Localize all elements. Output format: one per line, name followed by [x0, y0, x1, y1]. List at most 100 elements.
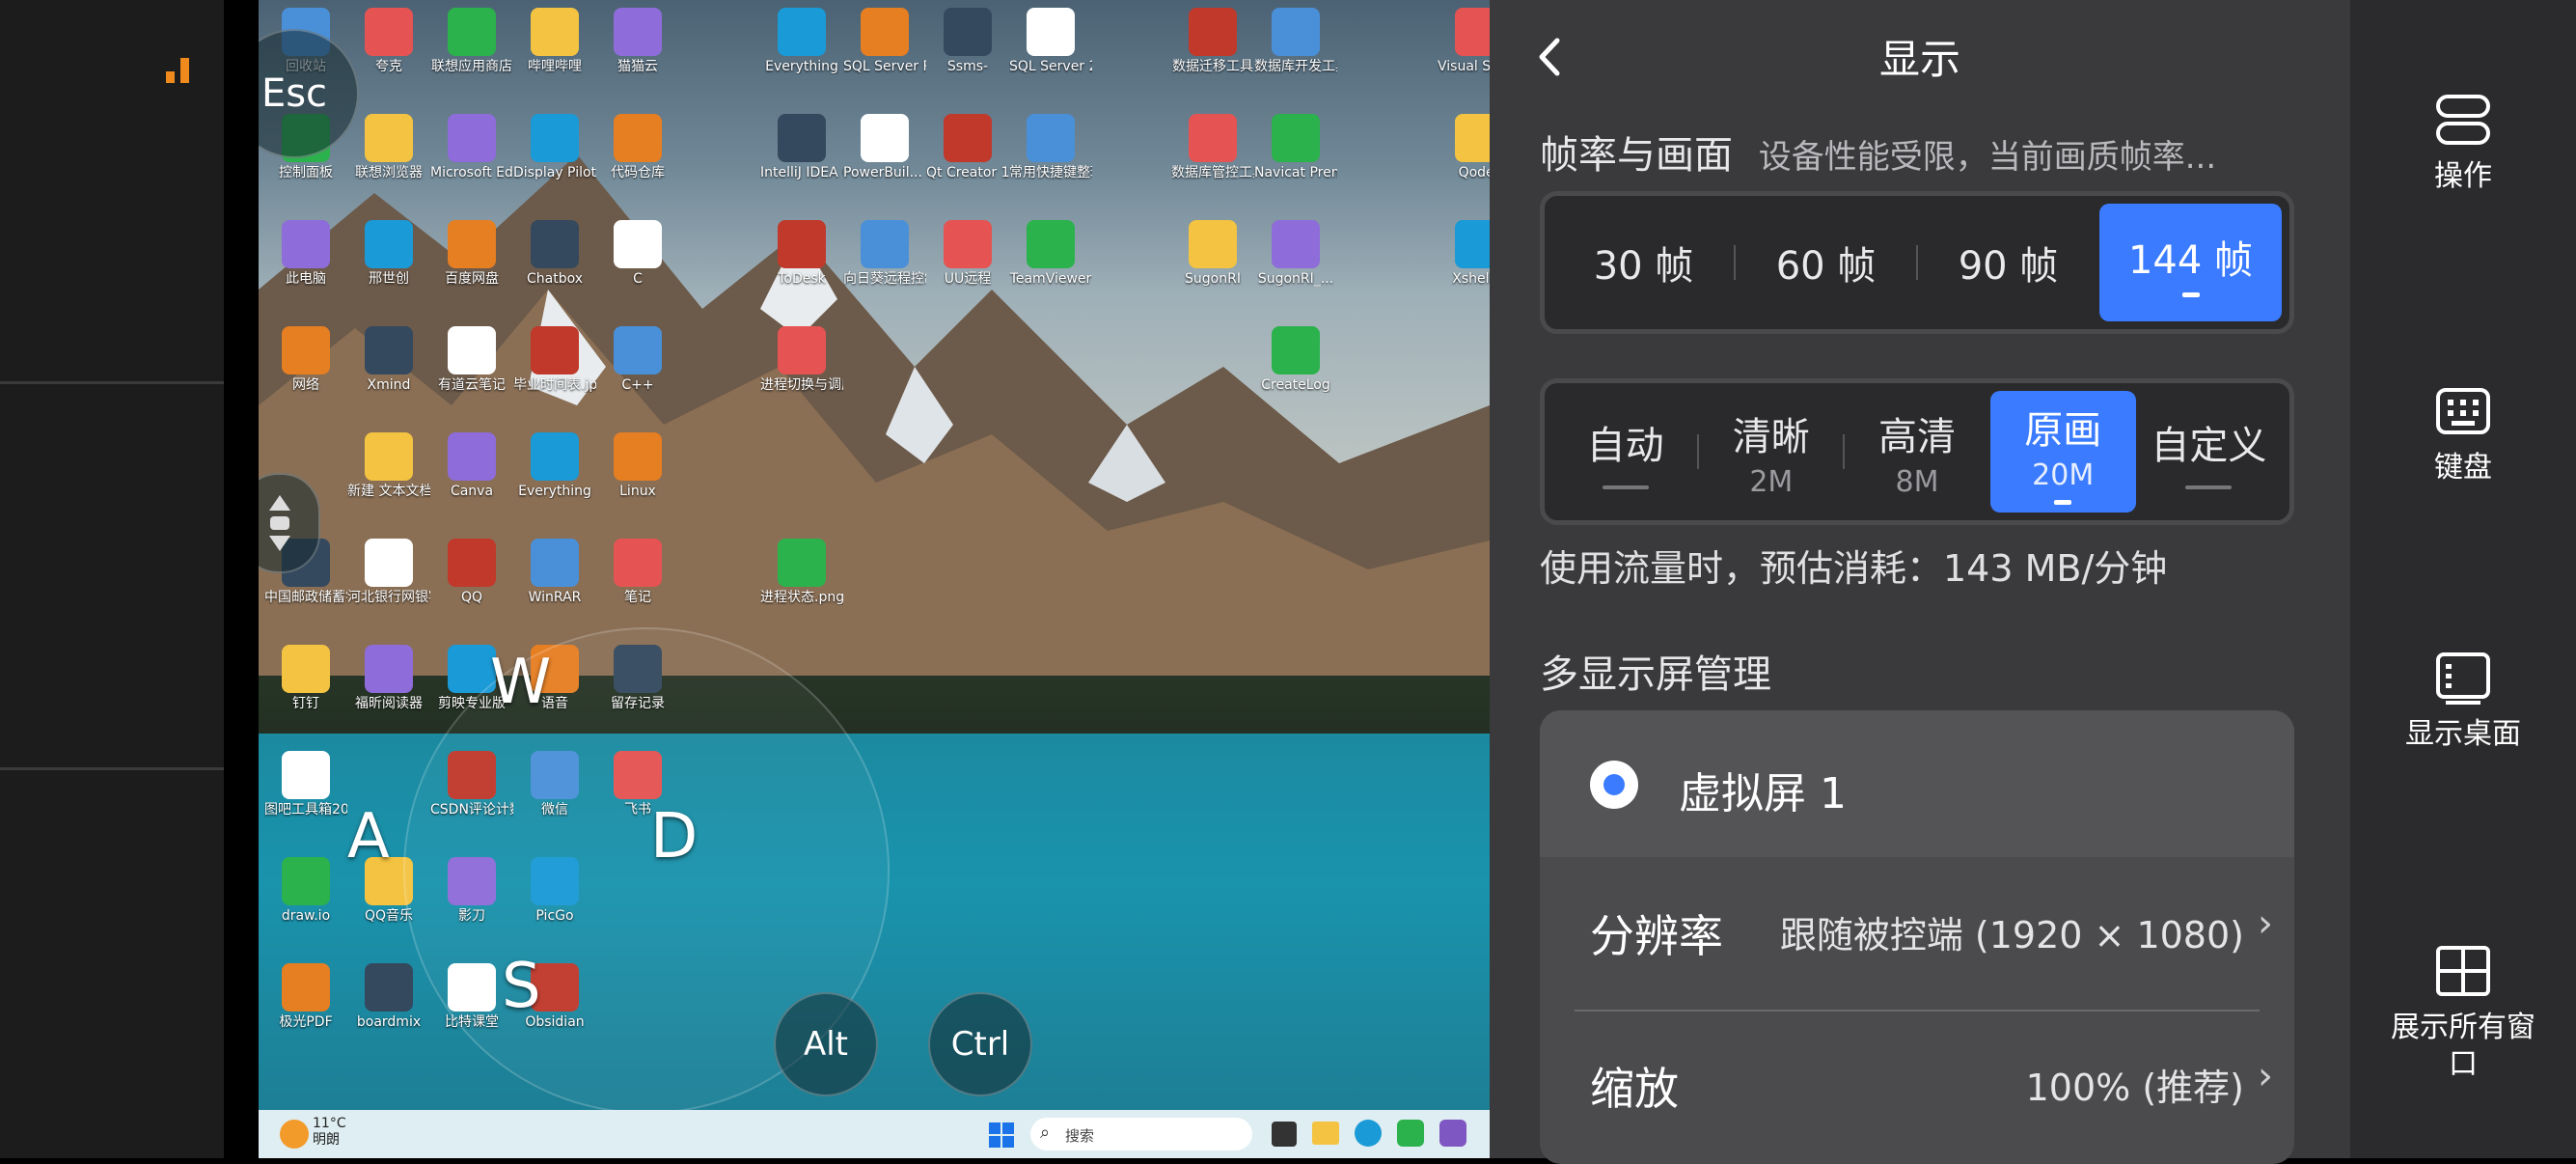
desktop-icon[interactable]: CreateLog [1254, 326, 1337, 393]
desktop-icon[interactable]: 向日葵远程控制 [843, 220, 926, 287]
desktop-icon[interactable]: boardmix [347, 963, 430, 1030]
desktop-icon[interactable]: 猫猫云 [596, 8, 679, 74]
desktop-icon[interactable]: Display Pilot 2 [513, 114, 596, 180]
alt-key-button[interactable]: Alt [774, 992, 878, 1096]
windows-start-icon[interactable] [988, 1122, 1015, 1149]
ctrl-key-button[interactable]: Ctrl [928, 992, 1032, 1096]
desktop-icon[interactable]: WinRAR [513, 539, 596, 605]
show-all-windows-button[interactable]: 展示所有窗口 [2350, 942, 2576, 1083]
desktop-icon[interactable]: 此电脑 [264, 220, 347, 287]
desktop-icon[interactable]: Everything [760, 8, 843, 74]
desktop-icon[interactable]: C [596, 220, 679, 287]
desktop-icon[interactable]: 有道云笔记 [430, 326, 513, 393]
desktop-icon[interactable]: Everything [513, 432, 596, 499]
desktop-icon[interactable]: 笔记 [596, 539, 679, 605]
app-icon [365, 8, 413, 56]
desktop-icon[interactable]: 福昕阅读器 [347, 645, 430, 711]
desktop-icon[interactable]: 极光PDF [264, 963, 347, 1030]
virtual-screen-radio[interactable] [1590, 761, 1638, 809]
desktop-icon[interactable]: 河北银行网银客户端 [347, 539, 430, 605]
desktop-icon-label: 哔哩哔哩 [528, 59, 582, 74]
file-explorer-icon[interactable] [1312, 1122, 1339, 1145]
wechat-taskbar-icon[interactable] [1397, 1120, 1424, 1147]
desktop-icon-label: TeamViewer [1009, 271, 1092, 287]
desktop-icon[interactable]: 邢世创 [347, 220, 430, 287]
edge-taskbar-icon[interactable] [1355, 1120, 1382, 1147]
desktop-icon[interactable]: Canva [430, 432, 513, 499]
a-key-label: A [347, 801, 390, 873]
desktop-icon[interactable]: Visual Studio 2022 [1438, 8, 1490, 74]
quality-option[interactable]: 高清 8M [1844, 391, 1989, 513]
app-icon [861, 114, 909, 162]
desktop-icon[interactable]: 数据迁移工具 [1171, 8, 1254, 74]
desktop-icon[interactable]: Xshell 8 [1438, 220, 1490, 287]
operation-button[interactable]: 操作 [2350, 91, 2576, 195]
desktop-icon[interactable]: 进程状态.png - 快捷 [760, 539, 843, 605]
desktop-icon[interactable]: 数据库开发工具 (CS) [1254, 8, 1337, 74]
desktop-icon[interactable]: TeamViewer [1009, 220, 1092, 287]
scale-label: 缩放 [1590, 1063, 1679, 1115]
desktop-icon[interactable]: QQ [430, 539, 513, 605]
desktop-icon[interactable]: 网络 [264, 326, 347, 393]
weather-icon[interactable] [280, 1120, 309, 1149]
quality-option[interactable]: 原画 20M [1989, 391, 2136, 513]
app-icon [531, 114, 579, 162]
keyboard-button[interactable]: 键盘 [2350, 382, 2576, 486]
desktop-icon[interactable]: Qt Creator 15.0.0 (Co... [926, 114, 1009, 180]
quality-option[interactable]: 清晰 2M [1698, 391, 1846, 513]
desktop-icon[interactable]: UU远程 [926, 220, 1009, 287]
desktop-icon[interactable]: SugonRI [1171, 220, 1254, 287]
show-desktop-button[interactable]: 显示桌面 [2350, 649, 2576, 753]
desktop-icon[interactable]: 新建 文本文档 (2).txt [347, 432, 430, 499]
fps-option[interactable]: 90 帧 [1917, 204, 2099, 321]
scroll-handle[interactable] [259, 473, 320, 573]
desktop-icon[interactable]: 百度网盘 [430, 220, 513, 287]
quality-option[interactable]: 自动 [1552, 391, 1700, 513]
desktop-icon[interactable]: 联想应用商店 [430, 8, 513, 74]
desktop-icon[interactable]: 图吧工具箱2023 [264, 751, 347, 818]
desktop-icon-label: CreateLog [1261, 377, 1330, 393]
fps-option[interactable]: 30 帧 [1552, 204, 1736, 321]
desktop-icon[interactable]: Navicat Premium 17 [1254, 114, 1337, 180]
quality-option[interactable]: 自定义 [2136, 391, 2282, 513]
desktop-icon[interactable]: 常用快捷键整理 - 快捷方... [1009, 114, 1092, 180]
desktop-icon[interactable]: 夸克 [347, 8, 430, 74]
desktop-icon[interactable]: 毕业时间表.jpg [513, 326, 596, 393]
app-icon [448, 432, 496, 481]
desktop-icon[interactable]: 代码仓库 [596, 114, 679, 180]
left-rail [0, 0, 224, 1158]
desktop-icon[interactable]: 进程切换与调度.png - 快... [760, 326, 843, 393]
desktop-icon[interactable]: Xmind [347, 326, 430, 393]
desktop-icon[interactable]: Ssms- [926, 8, 1009, 74]
esc-key-label: Esc [260, 71, 328, 116]
desktop-icon[interactable]: SQL Server 2022 配置... [1009, 8, 1092, 74]
desktop-icon[interactable]: Qoder [1438, 114, 1490, 180]
desktop-icon[interactable]: C++ [596, 326, 679, 393]
desktop-icon[interactable]: Chatbox [513, 220, 596, 287]
taskbar-search-box[interactable]: ⌕ 搜索 [1030, 1118, 1252, 1150]
desktop-icon[interactable]: SQL Server Profiler 20 [843, 8, 926, 74]
desktop-icon[interactable]: PowerBuil... 9.0 [843, 114, 926, 180]
frame-section-label: 帧率与画面 设备性能受限，当前画质帧率... [1540, 124, 2216, 180]
desktop-icon[interactable]: draw.io [264, 857, 347, 924]
desktop-icon[interactable]: IntelliJ IDEA Communit... [760, 114, 843, 180]
desktop-icon[interactable]: 数据库管控工具 [1171, 114, 1254, 180]
desktop-icon[interactable]: 钉钉 [264, 645, 347, 711]
desktop-icon[interactable]: Linux [596, 432, 679, 499]
task-view-icon[interactable] [1272, 1122, 1297, 1147]
weather-widget[interactable]: 11°C 明朗 [313, 1116, 346, 1149]
desktop-icon[interactable]: 联想浏览器 [347, 114, 430, 180]
fps-option[interactable]: 60 帧 [1735, 204, 1918, 321]
desktop-icon[interactable]: SugonRI_... [1254, 220, 1337, 287]
desktop-icon[interactable]: ToDesk [760, 220, 843, 287]
scale-row[interactable]: 缩放 100% (推荐) › [1540, 1010, 2294, 1154]
resolution-row[interactable]: 分辨率 跟随被控端 (1920 × 1080) › [1540, 857, 2294, 1002]
right-action-bar: 操作 键盘 显示桌面 展示所有窗口 [2350, 0, 2576, 1158]
remote-desktop-view[interactable]: 回收站夸克联想应用商店哔哩哔哩猫猫云EverythingSQL Server P… [259, 0, 1490, 1158]
desktop-icon[interactable]: Microsoft Edge [430, 114, 513, 180]
app-icon [944, 8, 992, 56]
desktop-icon[interactable]: 哔哩哔哩 [513, 8, 596, 74]
app-taskbar-icon[interactable] [1439, 1120, 1466, 1147]
fps-option[interactable]: 144 帧 [2099, 204, 2282, 321]
virtual-screen-row[interactable]: 虚拟屏 1 [1540, 710, 2294, 857]
